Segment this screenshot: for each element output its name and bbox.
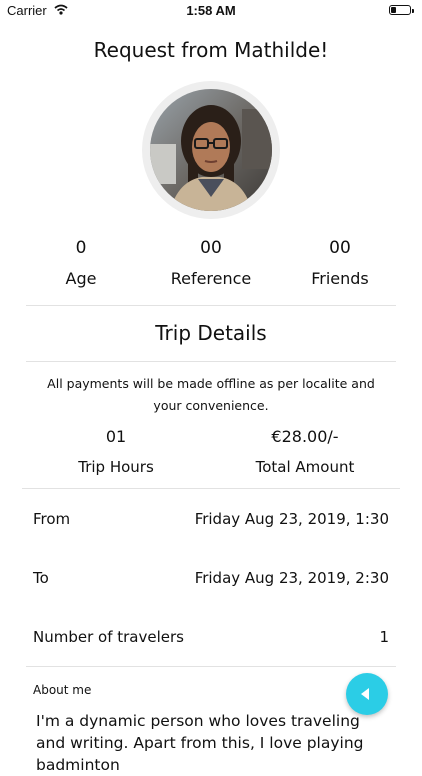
- divider: [26, 361, 396, 362]
- payment-notice: All payments will be made offline as per…: [47, 376, 375, 413]
- trip-hours-label: Trip Hours: [78, 458, 154, 476]
- avatar-ring: [142, 81, 280, 219]
- total-amount-value: €28.00/-: [271, 427, 339, 446]
- friends-value: 00: [329, 238, 351, 258]
- battery-icon: [389, 5, 414, 15]
- back-button[interactable]: [346, 673, 388, 715]
- divider: [22, 488, 400, 489]
- to-label: To: [33, 569, 49, 587]
- travelers-label: Number of travelers: [33, 628, 184, 646]
- page-title: Request from Mathilde!: [93, 38, 329, 62]
- friends-label: Friends: [311, 269, 369, 288]
- reference-value: 00: [200, 238, 222, 258]
- clock: 1:58 AM: [186, 3, 236, 18]
- back-arrow-icon: [361, 688, 369, 700]
- travelers-value: 1: [379, 628, 389, 646]
- status-bar: Carrier 1:58 AM: [0, 0, 422, 22]
- age-label: Age: [65, 269, 97, 288]
- reference-label: Reference: [170, 269, 252, 288]
- about-me-text: I'm a dynamic person who loves traveling…: [36, 712, 364, 774]
- avatar: [150, 89, 272, 211]
- age-value: 0: [75, 238, 87, 258]
- divider: [26, 305, 396, 306]
- trip-hours-value: 01: [105, 427, 127, 446]
- total-amount-label: Total Amount: [255, 458, 355, 476]
- divider: [26, 666, 396, 667]
- from-label: From: [33, 510, 71, 528]
- to-value: Friday Aug 23, 2019, 2:30: [194, 569, 389, 587]
- from-value: Friday Aug 23, 2019, 1:30: [194, 510, 389, 528]
- trip-details-title: Trip Details: [155, 321, 267, 345]
- about-me-label: About me: [33, 683, 92, 697]
